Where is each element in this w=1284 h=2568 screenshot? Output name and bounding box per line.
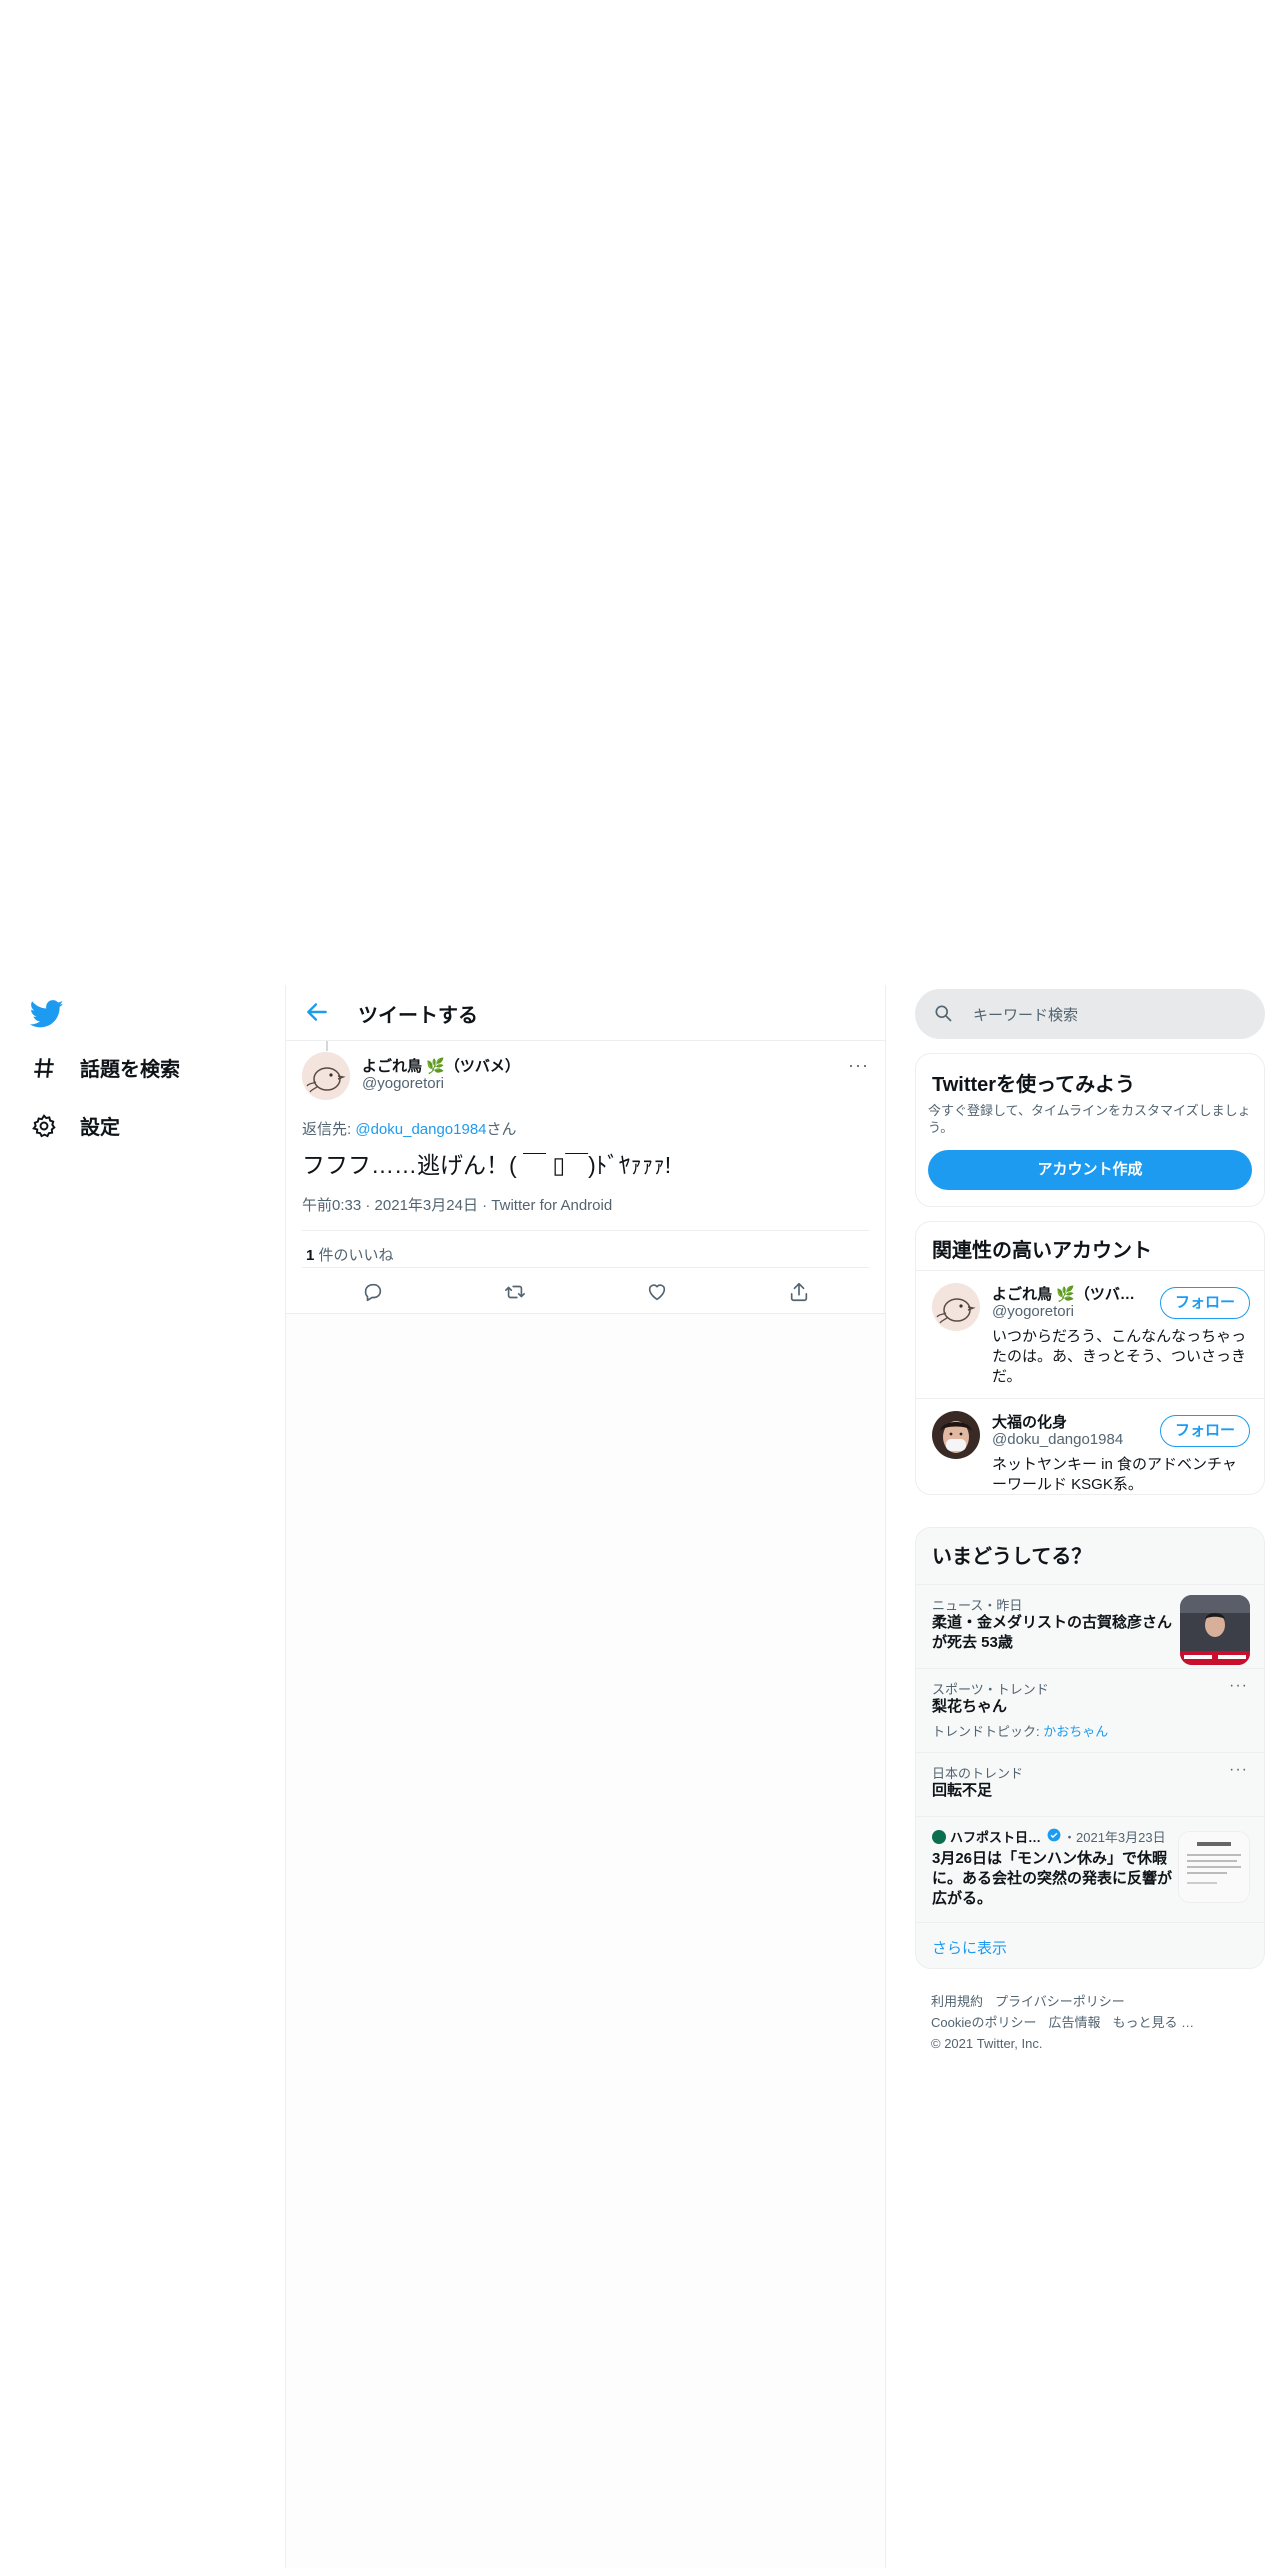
- page-title: ツイートする: [358, 1005, 478, 1027]
- reply-icon[interactable]: [358, 1277, 388, 1307]
- account-name[interactable]: よごれ鳥 🌿（ツバメ）: [992, 1283, 1142, 1304]
- share-icon[interactable]: [784, 1277, 814, 1307]
- hashtag-icon: [30, 1054, 58, 1082]
- account-item[interactable]: 大福の化身 @doku_dango1984 フォロー ネットヤンキー in 食の…: [916, 1398, 1264, 1495]
- account-item[interactable]: よごれ鳥 🌿（ツバメ） @yogoretori フォロー いつからだろう、こんな…: [916, 1270, 1264, 1399]
- news-source-logo-icon: [932, 1829, 946, 1844]
- thread-line: [326, 1041, 328, 1051]
- footer-link-privacy[interactable]: プライバシーポリシー: [995, 1994, 1125, 2009]
- trend-item[interactable]: ハフポスト日… ・2021年3月23日 3月26日は「モンハン休み」で休暇に。あ…: [916, 1816, 1264, 1923]
- trend-context: ニュース・昨日: [932, 1598, 1023, 1613]
- news-thumbnail: [1180, 1595, 1250, 1665]
- back-arrow-icon[interactable]: [304, 999, 330, 1025]
- news-source: ハフポスト日…: [950, 1830, 1042, 1845]
- avatar[interactable]: [302, 1052, 350, 1100]
- show-more-link[interactable]: さらに表示: [932, 1937, 1007, 1958]
- relevant-accounts-card: 関連性の高いアカウント よごれ鳥 🌿（ツバメ） @yogoretori フォロー…: [915, 1221, 1265, 1495]
- search-box[interactable]: [915, 989, 1265, 1039]
- news-thumbnail: [1178, 1831, 1250, 1903]
- more-icon[interactable]: ···: [1229, 1677, 1248, 1695]
- gear-icon: [30, 1112, 58, 1140]
- main-header: ツイートする: [286, 985, 885, 1041]
- reply-prefix: 返信先:: [302, 1121, 356, 1138]
- app: 話題を検索 設定 ツイートする よごれ鳥 🌿（ツバメ） @yogoretori …: [0, 985, 1284, 2568]
- like-icon[interactable]: [642, 1277, 672, 1307]
- trend-item[interactable]: スポーツ・トレンド ··· 梨花ちゃん トレンドトピック: かおちゃん: [916, 1668, 1264, 1753]
- trend-title: 梨花ちゃん: [932, 1698, 1008, 1715]
- signup-card: Twitterを使ってみよう 今すぐ登録して、タイムラインをカスタマイズしましょ…: [915, 1053, 1265, 1207]
- footer-link-more[interactable]: もっと見る …: [1112, 2015, 1194, 2030]
- account-handle[interactable]: @doku_dango1984: [992, 1431, 1123, 1448]
- footer-link-ads[interactable]: 広告情報: [1048, 2015, 1100, 2030]
- signup-title: Twitterを使ってみよう: [932, 1074, 1136, 1096]
- retweet-icon[interactable]: [500, 1277, 530, 1307]
- account-name[interactable]: 大福の化身: [992, 1411, 1142, 1432]
- divider: [302, 1230, 869, 1231]
- reply-to: 返信先: @doku_dango1984さん: [302, 1118, 517, 1139]
- author-handle[interactable]: @yogoretori: [362, 1075, 444, 1092]
- follow-button[interactable]: フォロー: [1160, 1415, 1250, 1447]
- verified-icon: [1047, 1828, 1061, 1845]
- more-icon[interactable]: ···: [1229, 1761, 1248, 1779]
- signup-subtitle: 今すぐ登録して、タイムラインをカスタマイズしましょう。: [928, 1103, 1251, 1135]
- blank-area: [0, 0, 1284, 985]
- footer-copyright: © 2021 Twitter, Inc.: [931, 2036, 1043, 2051]
- nav-settings[interactable]: 設定: [30, 1111, 120, 1140]
- tweet-actions: [302, 1277, 869, 1307]
- footer: 利用規約 プライバシーポリシー Cookieのポリシー 広告情報 もっと見る … © …: [931, 1991, 1251, 2054]
- account-bio: ネットヤンキー in 食のアドベンチャーワールド KSGK系。: [992, 1456, 1237, 1493]
- trend-context: 日本のトレンド: [932, 1766, 1024, 1781]
- news-source-row: ハフポスト日… ・2021年3月23日: [932, 1827, 1166, 1846]
- trend-item[interactable]: ニュース・昨日 柔道・金メダリストの古賀稔彦さんが死去 53歳: [916, 1584, 1264, 1669]
- show-more-row[interactable]: さらに表示: [916, 1922, 1264, 1969]
- nav-explore[interactable]: 話題を検索: [30, 1053, 180, 1082]
- reply-suffix: さん: [486, 1121, 517, 1138]
- tweet-text: フフフ……逃げん！( ￣ ▯￣)ﾄﾞﾔｧｧｧ!: [302, 1152, 672, 1178]
- relevant-title: 関連性の高いアカウント: [932, 1240, 1152, 1262]
- trend-title: 回転不足: [932, 1782, 993, 1799]
- account-handle[interactable]: @yogoretori: [992, 1303, 1074, 1320]
- trend-context: スポーツ・トレンド: [932, 1682, 1049, 1697]
- trends-title: いまどうしてる？: [932, 1546, 1092, 1568]
- trend-item[interactable]: 日本のトレンド ··· 回転不足: [916, 1752, 1264, 1817]
- nav-explore-label: 話題を検索: [80, 1059, 180, 1081]
- divider: [302, 1267, 869, 1268]
- search-icon: [933, 1003, 953, 1028]
- tweet-date[interactable]: 2021年3月24日: [375, 1197, 478, 1214]
- more-icon[interactable]: ···: [848, 1055, 869, 1076]
- nav-settings-label: 設定: [80, 1117, 120, 1139]
- tweet-meta: 午前0:33 · 2021年3月24日 · Twitter for Androi…: [302, 1197, 613, 1214]
- trend-topic-link[interactable]: かおちゃん: [1043, 1724, 1108, 1739]
- news-date: ・2021年3月23日: [1063, 1830, 1166, 1845]
- footer-link-terms[interactable]: 利用規約: [931, 1994, 983, 2009]
- twitter-logo-icon[interactable]: [29, 997, 64, 1031]
- create-account-button[interactable]: アカウント作成: [928, 1150, 1252, 1190]
- tweet-time[interactable]: 午前0:33: [302, 1197, 361, 1214]
- follow-button[interactable]: フォロー: [1160, 1287, 1250, 1319]
- tweet-source[interactable]: Twitter for Android: [491, 1197, 612, 1214]
- footer-link-cookies[interactable]: Cookieのポリシー: [931, 2015, 1036, 2030]
- trend-topic: トレンドトピック: かおちゃん: [932, 1721, 1108, 1740]
- account-bio: いつからだろう、こんなんなっちゃったのは。あ、きっとそう、ついさっきだ。: [992, 1328, 1247, 1385]
- trend-title: 柔道・金メダリストの古賀稔彦さんが死去 53歳: [932, 1614, 1173, 1651]
- main-column: ツイートする よごれ鳥 🌿（ツバメ） @yogoretori ··· 返信先: …: [285, 985, 886, 2568]
- like-count[interactable]: 1 件のいいね: [306, 1244, 394, 1265]
- trends-card: いまどうしてる？ ニュース・昨日 柔道・金メダリストの古賀稔彦さんが死去 53歳…: [915, 1527, 1265, 1969]
- reply-target-link[interactable]: @doku_dango1984: [355, 1121, 486, 1138]
- trend-title: 3月26日は「モンハン休み」で休暇に。ある会社の突然の発表に反響が広がる。: [932, 1850, 1173, 1907]
- trend-topic-prefix: トレンドトピック:: [932, 1724, 1044, 1739]
- search-input[interactable]: [971, 1002, 1245, 1028]
- avatar[interactable]: [932, 1283, 980, 1331]
- like-count-label: 件のいいね: [314, 1247, 394, 1264]
- author-name[interactable]: よごれ鳥 🌿（ツバメ）: [362, 1055, 520, 1076]
- tweet: よごれ鳥 🌿（ツバメ） @yogoretori ··· 返信先: @doku_d…: [286, 1041, 885, 1314]
- left-nav: 話題を検索 設定: [0, 985, 284, 2568]
- avatar[interactable]: [932, 1411, 980, 1459]
